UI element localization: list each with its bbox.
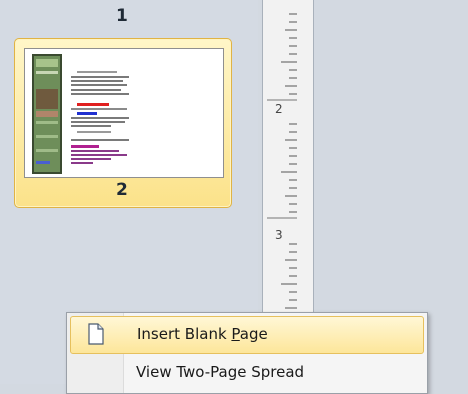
blank-page-icon	[87, 323, 105, 349]
ruler-label: 2	[275, 102, 283, 116]
ruler-label: 3	[275, 228, 283, 242]
page-preview-graphic	[32, 54, 129, 174]
view-two-page-spread-menu-item[interactable]: View Two-Page Spread	[70, 355, 422, 391]
page-thumbnail-selected[interactable]: 2	[14, 38, 232, 208]
menu-item-label: Insert Blank Page	[137, 325, 268, 343]
page-number-label: 1	[116, 6, 128, 26]
page-preview	[24, 48, 224, 178]
menu-item-label: View Two-Page Spread	[136, 363, 305, 381]
insert-blank-page-menu-item[interactable]: Insert Blank Page	[70, 316, 424, 354]
context-menu: Insert Blank Page View Two-Page Spread	[66, 312, 428, 394]
page-number-label: 2	[116, 180, 128, 200]
